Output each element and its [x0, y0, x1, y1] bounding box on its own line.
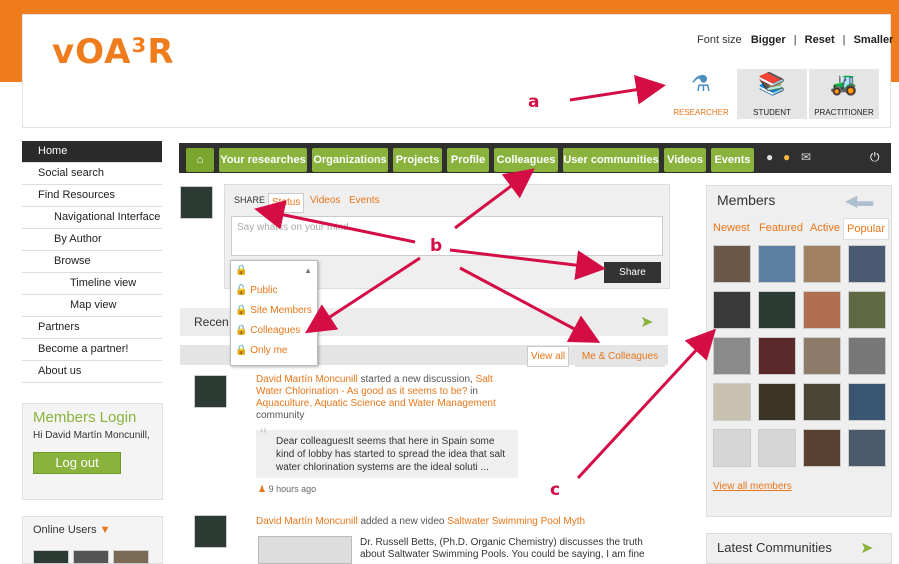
arrow-a [569, 74, 666, 105]
annotation-arrows [254, 74, 717, 480]
annotation-a: a [528, 92, 540, 112]
arrow-b-colleagues [454, 168, 535, 230]
annotation-b: b [430, 236, 443, 256]
arrow-b-filter [459, 266, 601, 343]
annotation-c: c [550, 480, 561, 500]
arrow-b-share [254, 200, 416, 244]
arrow-b-button [449, 248, 606, 281]
arrow-b-dropdown [304, 256, 421, 334]
arrow-c [576, 328, 717, 480]
